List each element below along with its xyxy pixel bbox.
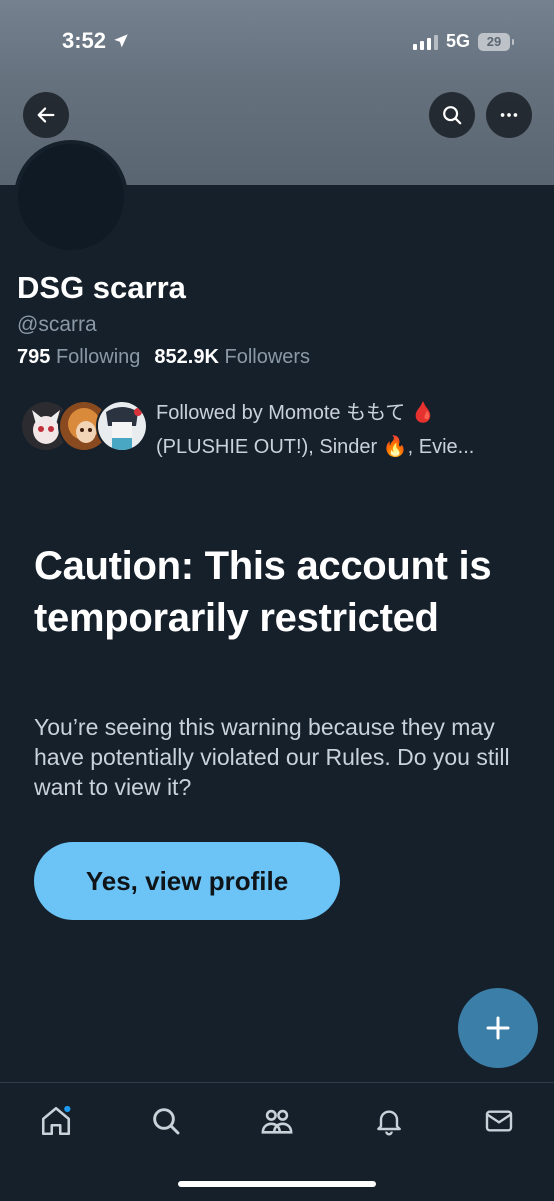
status-time-text: 3:52 (62, 28, 107, 53)
follow-stats: 795 Following 852.9K Followers (17, 346, 310, 369)
back-button[interactable] (23, 92, 69, 138)
plus-icon (486, 1016, 510, 1040)
search-icon (443, 106, 462, 125)
home-indicator (178, 1181, 376, 1187)
battery-icon: 29 (478, 32, 514, 51)
profile-avatar[interactable] (14, 140, 128, 254)
more-horizontal-icon (500, 113, 518, 117)
communities-icon (261, 1109, 293, 1134)
search-icon (153, 1108, 180, 1135)
followers-link[interactable]: 852.9K Followers (154, 346, 310, 369)
caution-title: Caution: This account is temporarily res… (34, 544, 492, 640)
followed-by-avatars[interactable] (20, 400, 148, 454)
status-time: 3:52 (62, 28, 130, 54)
more-button[interactable] (486, 92, 532, 138)
caution-description: You’re seeing this warning because they … (34, 714, 510, 800)
followed-by-text[interactable]: Followed by Momote ももて 🩸 (PLUSHIE OUT!),… (156, 396, 526, 464)
followers-label: Followers (224, 346, 311, 368)
tab-notifications[interactable] (369, 1101, 409, 1141)
tab-home[interactable] (36, 1101, 76, 1141)
messages-icon (485, 1110, 513, 1132)
search-button[interactable] (429, 92, 475, 138)
compose-button[interactable] (458, 988, 538, 1068)
tab-search[interactable] (146, 1101, 186, 1141)
handle: @scarra (17, 313, 97, 336)
home-icon (41, 1105, 71, 1136)
following-count: 795 (17, 346, 51, 368)
signal-icon (412, 34, 438, 50)
view-profile-button[interactable]: Yes, view profile (34, 842, 340, 920)
following-label: Following (55, 346, 141, 368)
follower-avatar (96, 400, 148, 452)
status-indicators: 5G 29 (412, 31, 514, 52)
following-link[interactable]: 795 Following (17, 346, 140, 369)
arrow-left-icon (37, 107, 55, 123)
display-name: DSG scarra (17, 270, 186, 305)
tab-communities[interactable] (257, 1101, 297, 1141)
notifications-icon (377, 1110, 401, 1136)
followers-count: 852.9K (154, 346, 219, 368)
network-label: 5G (445, 31, 470, 51)
tab-messages[interactable] (479, 1101, 519, 1141)
battery-level: 29 (486, 34, 502, 49)
followed-by-line-2: (PLUSHIE OUT!), Sinder 🔥, Evie... (156, 436, 475, 458)
location-arrow-icon (114, 34, 128, 48)
followed-by-line-1: Followed by Momote ももて 🩸 (156, 402, 436, 424)
